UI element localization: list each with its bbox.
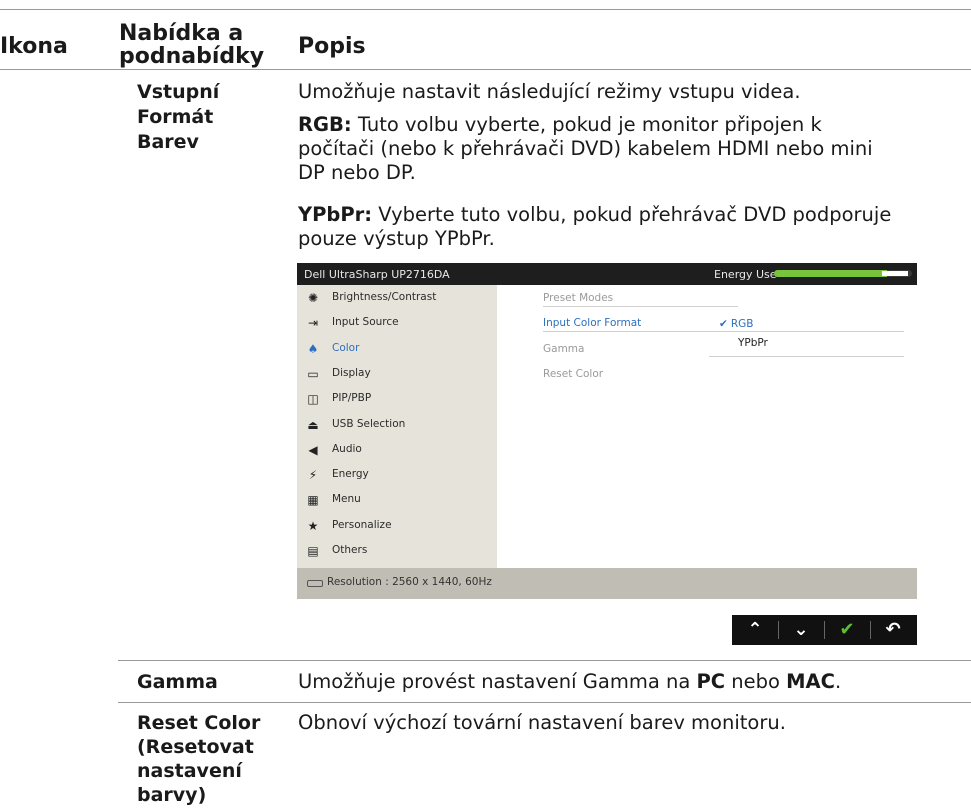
osd-menu-item[interactable]: ◫ PIP/PBP (305, 391, 495, 409)
rgb-text: Tuto volbu vyberte, pokud je monitor při… (351, 113, 822, 136)
others-icon: ▤ (307, 544, 319, 558)
energy-icon: ⚡ (308, 468, 318, 483)
usb-icon: ⏏ (307, 417, 319, 432)
osd-option-1[interactable]: YPbPr (738, 337, 768, 349)
button-separator (824, 621, 825, 639)
row3-menu-line3: nastavení (137, 760, 242, 782)
row1-menu-line1: Vstupní (137, 81, 220, 103)
color-icon: ♠ (307, 341, 319, 356)
osd-submenu: Preset Modes Input Color Format Gamma Reset… (497, 285, 917, 568)
resolution-icon (307, 580, 323, 587)
row2-desc: Umožňuje provést nastavení Gamma na PC n… (298, 670, 841, 694)
osd-submenu-divider (709, 331, 904, 332)
row1-menu-line3: Barev (137, 131, 199, 153)
osd-menu-item-label: Personalize (332, 518, 392, 531)
osd-menu-item-label: USB Selection (332, 417, 406, 430)
gamma-mid: nebo (725, 670, 787, 693)
osd-menu-item[interactable]: ★ Personalize (305, 518, 495, 536)
osd-menu-item[interactable]: ▭ Display (305, 366, 495, 384)
osd-menu-item[interactable]: ◀ Audio (305, 442, 495, 460)
ypbpr-term: YPbPr: (298, 203, 373, 226)
osd-menu-item-label: Color (332, 341, 360, 354)
osd-submenu-divider (709, 356, 904, 357)
row3-menu-line2: (Resetovat (137, 736, 254, 758)
osd-title: Dell UltraSharp UP2716DA (304, 268, 450, 281)
osd-submenu-divider (543, 306, 738, 307)
check-icon[interactable]: ✔ (824, 615, 870, 645)
button-separator (870, 621, 871, 639)
header-menu-line2: podnabídky (119, 44, 265, 69)
header-description: Popis (298, 34, 366, 59)
osd-option-label: RGB (730, 318, 754, 330)
osd-menu-item[interactable]: ⏏ USB Selection (305, 417, 495, 435)
osd-menu-screenshot: Dell UltraSharp UP2716DA Energy Use ✺ Bri… (297, 263, 917, 599)
gamma-end: . (834, 670, 842, 693)
energy-use-label: Energy Use (714, 268, 777, 281)
table-top-rule (0, 9, 971, 10)
back-icon[interactable]: ↶ (870, 615, 916, 645)
osd-option-label: YPbPr (738, 337, 768, 349)
row2-bottom-rule (118, 702, 971, 703)
down-arrow-icon[interactable]: ⌄ (778, 615, 824, 645)
check-icon: ✔ (719, 318, 728, 330)
header-menu-line1: Nabídka a (119, 21, 244, 46)
brightness-icon: ✺ (307, 291, 319, 305)
osd-menu-item-label: Input Source (332, 316, 399, 329)
osd-menu-item-label: Others (332, 544, 368, 556)
row1-ypbpr-line2: pouze výstup YPbPr. (298, 227, 495, 250)
resolution-text: Resolution : 2560 x 1440, 60Hz (327, 576, 492, 588)
row1-bottom-rule (118, 660, 971, 661)
row1-menu-line2: Formát (137, 106, 214, 128)
osd-footer: Resolution : 2560 x 1440, 60Hz (297, 568, 917, 599)
osd-menu-item[interactable]: ✺ Brightness/Contrast (305, 290, 495, 308)
input-source-icon: ⇥ (307, 316, 319, 331)
osd-menu-item-label: Menu (332, 493, 361, 506)
header-bottom-rule (0, 69, 971, 70)
osd-menu-item[interactable]: ♠ Color (305, 341, 495, 359)
row3-menu-line1: Reset Color (137, 712, 261, 734)
up-arrow-icon[interactable]: ⌃ (732, 615, 778, 645)
row1-intro: Umožňuje nastavit následující režimy vst… (298, 80, 801, 103)
osd-submenu-item[interactable]: Gamma (543, 343, 584, 355)
osd-menu-item[interactable]: ▤ Others (305, 543, 495, 561)
osd-submenu-item[interactable]: Reset Color (543, 368, 603, 380)
row3-desc: Obnoví výchozí tovární nastavení barev m… (298, 711, 786, 734)
row1-rgb-line3: DP nebo DP. (298, 161, 416, 184)
osd-menu-item-label: PIP/PBP (332, 392, 372, 405)
pip-pbp-icon: ◫ (307, 392, 319, 407)
energy-use-fill (774, 270, 888, 277)
display-icon: ▭ (307, 366, 319, 381)
row2-menu: Gamma (137, 671, 218, 693)
osd-submenu-item[interactable]: Input Color Format (543, 317, 641, 329)
osd-menu-item[interactable]: ⇥ Input Source (305, 315, 495, 333)
button-separator (778, 621, 779, 639)
gamma-mac: MAC (786, 670, 835, 693)
rgb-term: RGB: (298, 113, 352, 136)
osd-menu-item[interactable]: ⚡ Energy (305, 467, 495, 485)
osd-menu-item-label: Audio (332, 442, 362, 455)
osd-main-menu: ✺ Brightness/Contrast ⇥ Input Source ♠ Color ▭… (297, 285, 497, 568)
osd-menu-item-label: Brightness/Contrast (332, 291, 437, 303)
osd-menu-item[interactable]: ▦ Menu (305, 492, 495, 510)
osd-menu-item-label: Display (332, 366, 371, 379)
gamma-pc: PC (696, 670, 726, 693)
osd-button-bar: ⌃ ⌄ ✔ ↶ (732, 615, 917, 645)
star-icon: ★ (307, 518, 319, 533)
ypbpr-text: Vyberte tuto volbu, pokud přehrávač DVD … (372, 203, 892, 226)
row1-rgb-line2: počítači (nebo k přehrávači DVD) kabelem… (298, 137, 873, 160)
gamma-desc-prefix: Umožňuje provést nastavení Gamma na (298, 670, 697, 693)
osd-option-0[interactable]: ✔ RGB (719, 318, 753, 330)
row1-ypbpr-line1: YPbPr: Vyberte tuto volbu, pokud přehráv… (298, 203, 891, 227)
energy-use-cap (882, 271, 908, 276)
menu-icon: ▦ (307, 493, 319, 508)
audio-icon: ◀ (308, 442, 318, 457)
osd-title-bar: Dell UltraSharp UP2716DA Energy Use (297, 263, 917, 285)
osd-submenu-item[interactable]: Preset Modes (543, 292, 613, 304)
osd-menu-item-label: Energy (332, 468, 369, 481)
header-icon: Ikona (0, 34, 68, 59)
row1-rgb-line1: RGB: Tuto volbu vyberte, pokud je monito… (298, 113, 822, 137)
row3-menu-line4: barvy) (137, 784, 207, 806)
energy-use-bar (774, 270, 912, 277)
